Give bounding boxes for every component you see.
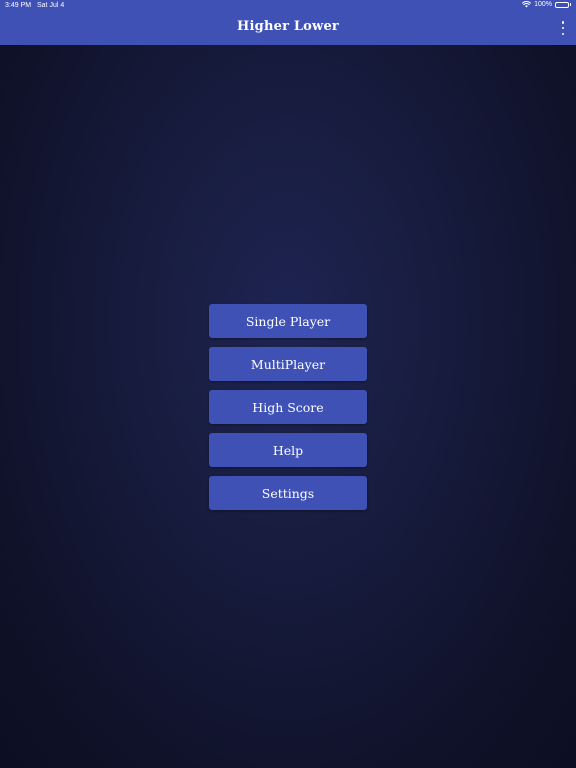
app-bar: 3:49 PM Sat Jul 4 100% Higher Lower bbox=[0, 0, 576, 45]
battery-icon bbox=[555, 1, 571, 8]
main-menu: Single Player MultiPlayer High Score Hel… bbox=[209, 304, 367, 510]
multiplayer-button[interactable]: MultiPlayer bbox=[209, 347, 367, 381]
more-vert-icon[interactable] bbox=[559, 21, 567, 35]
high-score-button[interactable]: High Score bbox=[209, 390, 367, 424]
battery-percentage: 100% bbox=[534, 1, 552, 8]
status-date: Sat Jul 4 bbox=[37, 2, 65, 9]
status-bar: 3:49 PM Sat Jul 4 100% bbox=[0, 0, 576, 12]
single-player-button[interactable]: Single Player bbox=[209, 304, 367, 338]
settings-button[interactable]: Settings bbox=[209, 476, 367, 510]
wifi-icon bbox=[522, 1, 532, 8]
app-title: Higher Lower bbox=[237, 19, 339, 34]
help-button[interactable]: Help bbox=[209, 433, 367, 467]
status-indicators: 100% bbox=[522, 1, 571, 8]
status-time: 3:49 PM bbox=[5, 2, 32, 9]
